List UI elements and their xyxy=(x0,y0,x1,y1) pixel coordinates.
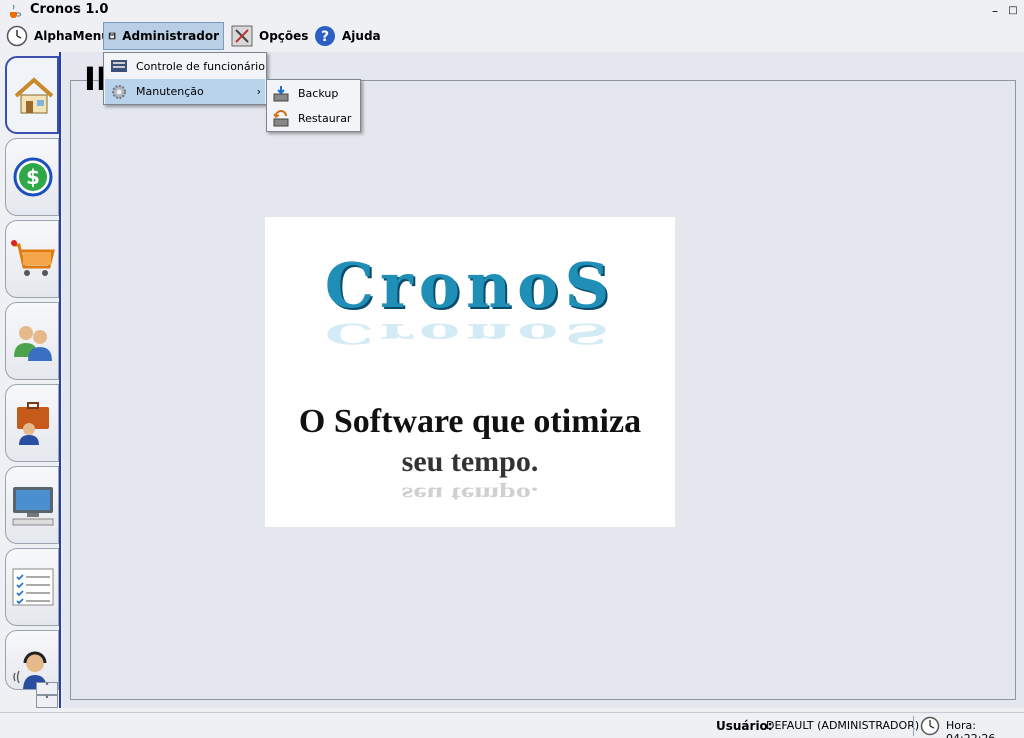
slogan-reflection: seu tempo. xyxy=(401,482,539,506)
gear-icon xyxy=(112,84,126,99)
briefcase-icon xyxy=(17,402,49,445)
sidebar: $ ˄ ˅ xyxy=(2,52,62,708)
menu-item-restaurar-label: Restaurar xyxy=(298,112,352,125)
computer-icon xyxy=(12,487,54,526)
checklist-icon xyxy=(12,568,54,606)
slogan-line-1: O Software que otimiza xyxy=(298,403,642,440)
menu-item-controle-funcionario[interactable]: Controle de funcionário xyxy=(105,54,265,79)
clock-icon xyxy=(6,25,28,47)
menu-ajuda-label: Ajuda xyxy=(342,29,381,43)
chevron-right-icon: › xyxy=(256,85,261,98)
menu-item-backup[interactable]: Backup xyxy=(268,81,360,106)
sidebar-tab-home[interactable] xyxy=(5,56,59,134)
java-cup-icon xyxy=(10,4,21,18)
sidebar-tab-sales[interactable] xyxy=(5,220,59,298)
svg-text:?: ? xyxy=(321,29,329,45)
status-user-value: DEFAULT (ADMINISTRADOR) xyxy=(766,719,920,732)
clock-icon xyxy=(920,716,940,736)
restore-icon xyxy=(273,109,289,126)
sidebar-tab-checklist[interactable] xyxy=(5,548,59,626)
sidebar-tab-clients[interactable] xyxy=(5,302,59,380)
logo-reflection: CronoS xyxy=(324,317,616,350)
lock-icon xyxy=(108,32,116,40)
menu-bar: AlphaMenu Administrador Opções ? Ajuda xyxy=(0,22,1024,50)
sidebar-border xyxy=(59,52,61,708)
menu-item-restaurar[interactable]: Restaurar xyxy=(268,106,360,131)
menu-item-controle-funcionario-label: Controle de funcionário xyxy=(136,60,265,73)
slogan-line-2: seu tempo. xyxy=(401,445,539,478)
status-bar: Usuário: DEFAULT (ADMINISTRADOR) Hora: 0… xyxy=(0,712,1024,738)
monitor-icon xyxy=(111,59,127,72)
backup-icon xyxy=(273,85,289,101)
menu-opcoes-label: Opções xyxy=(259,29,309,43)
dollar-icon: $ xyxy=(13,157,53,197)
menu-opcoes[interactable]: Opções xyxy=(227,22,312,50)
status-separator xyxy=(913,716,914,736)
tools-icon xyxy=(231,25,253,47)
home-icon xyxy=(14,77,54,114)
title-bar: Cronos 1.0 – □ xyxy=(0,0,1024,22)
window-title: Cronos 1.0 xyxy=(30,2,109,17)
cart-icon xyxy=(11,240,55,276)
sidebar-tab-employees[interactable] xyxy=(5,384,59,462)
sidebar-scroll-down-button[interactable]: ˅ xyxy=(36,695,58,708)
menu-item-manutencao[interactable]: Manutenção › xyxy=(105,79,265,104)
menu-alphamenu-label: AlphaMenu xyxy=(34,29,110,43)
status-user-label: Usuário: xyxy=(716,719,773,733)
minimize-button[interactable]: – xyxy=(988,4,1002,18)
svg-text:$: $ xyxy=(26,165,40,189)
menu-item-backup-label: Backup xyxy=(298,87,339,100)
menu-administrador-label: Administrador xyxy=(122,29,219,43)
manutencao-submenu: Backup Restaurar xyxy=(266,79,361,132)
menu-item-manutencao-label: Manutenção xyxy=(136,85,204,98)
menu-administrador[interactable]: Administrador xyxy=(103,22,224,50)
sidebar-tab-finance[interactable]: $ xyxy=(5,138,59,216)
maximize-button[interactable]: □ xyxy=(1006,4,1020,18)
cronos-logo: CronoS xyxy=(324,249,616,322)
status-time: Hora: 04:22:26 xyxy=(946,719,995,738)
splash-image: CronoS CronoS O Software que otimiza seu… xyxy=(265,217,675,527)
administrador-dropdown: Controle de funcionário Manutenção › xyxy=(103,52,267,105)
menu-ajuda[interactable]: ? Ajuda xyxy=(310,22,385,50)
sidebar-scroll-up-button[interactable]: ˄ xyxy=(36,682,58,695)
sidebar-tab-support[interactable] xyxy=(5,630,59,690)
users-icon xyxy=(14,326,52,361)
sidebar-tab-terminal[interactable] xyxy=(5,466,59,544)
help-icon: ? xyxy=(315,26,335,46)
menu-alphamenu[interactable]: AlphaMenu xyxy=(2,22,114,50)
